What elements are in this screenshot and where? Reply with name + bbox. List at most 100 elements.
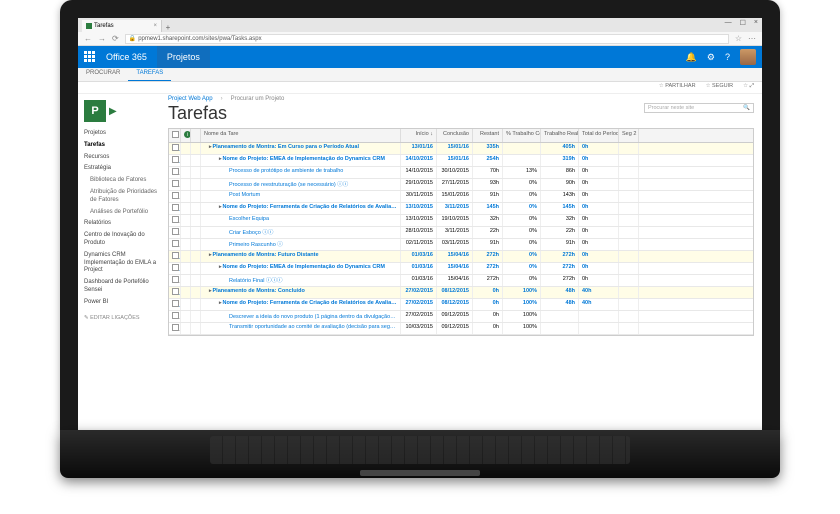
row-checkbox[interactable] (169, 155, 181, 166)
row-checkbox[interactable] (169, 299, 181, 310)
nav-item[interactable]: Projetos (84, 128, 162, 140)
maximize-icon[interactable]: ☐ (740, 19, 746, 27)
close-tab-icon[interactable]: × (153, 23, 157, 29)
star-icon[interactable]: ☆ (735, 34, 742, 43)
settings-gear-icon[interactable]: ⚙ (707, 52, 715, 63)
grid-row[interactable]: Planeamento de Montra: Futuro Distante01… (169, 251, 753, 263)
grid-row[interactable]: Relatório Final ⓘⓘⓘ01/03/1615/04/16272h0… (169, 275, 753, 287)
nav-item[interactable]: Estratégia (84, 163, 162, 175)
task-name-cell[interactable]: Relatório Final ⓘⓘⓘ (201, 275, 401, 286)
ribbon-tab-browse[interactable]: PROCURAR (78, 68, 128, 81)
row-checkbox[interactable] (169, 239, 181, 250)
task-name-cell[interactable]: Processo de reestruturação (se necessári… (201, 179, 401, 190)
row-checkbox[interactable] (169, 287, 181, 298)
site-search-input[interactable]: Procurar neste site 🔍 (644, 103, 754, 113)
help-icon[interactable]: ? (725, 52, 730, 62)
nav-item[interactable]: Análises de Portefólio (84, 207, 162, 219)
search-icon[interactable]: 🔍 (743, 105, 750, 111)
col-seg[interactable]: Seg 2 (619, 129, 639, 142)
nav-item[interactable]: Dynamics CRM Implementação do EMLA a Pro… (84, 250, 162, 277)
row-checkbox[interactable] (169, 215, 181, 226)
col-pct[interactable]: % Trabalho Co (503, 129, 541, 142)
grid-row[interactable]: Processo de protótipo de ambiente de tra… (169, 167, 753, 179)
nav-item[interactable]: Recursos (84, 152, 162, 164)
nav-item[interactable]: Dashboard de Portefólio Sensei (84, 277, 162, 297)
find-project-link[interactable]: Procurar um Projeto (231, 96, 285, 102)
col-end[interactable]: Conclusão (437, 129, 473, 142)
row-checkbox[interactable] (169, 179, 181, 190)
row-checkbox[interactable] (169, 227, 181, 238)
user-avatar[interactable] (740, 49, 756, 65)
grid-row[interactable]: Processo de reestruturação (se necessári… (169, 179, 753, 191)
minimize-icon[interactable]: — (725, 19, 732, 27)
app-launcher-icon[interactable] (84, 51, 96, 63)
task-name-cell[interactable]: Transmitir oportunidade ao comité de ava… (201, 323, 401, 334)
task-name-cell[interactable]: Criar Esboço ⓘⓘ (201, 227, 401, 238)
col-checkbox[interactable] (169, 129, 181, 142)
row-checkbox[interactable] (169, 275, 181, 286)
row-checkbox[interactable] (169, 203, 181, 214)
grid-row[interactable]: Planeamento de Montra: Concluído27/02/20… (169, 287, 753, 299)
notifications-icon[interactable]: 🔔 (686, 52, 697, 63)
url-input[interactable]: 🔒 ppmew1.sharepoint.com/sites/pwa/Tasks.… (125, 34, 729, 44)
breadcrumb-root[interactable]: Project Web App (168, 96, 213, 102)
grid-row[interactable]: Primeiro Rascunho ⓘ02/11/201503/11/20159… (169, 239, 753, 251)
task-name-cell[interactable]: Planeamento de Montra: Em Curso para o P… (201, 143, 401, 154)
grid-row[interactable]: Nome do Projeto: EMEA de Implementação d… (169, 263, 753, 275)
task-name-cell[interactable]: Planeamento de Montra: Concluído (201, 287, 401, 298)
grid-row[interactable]: Nome do Projeto: Ferramenta de Criação d… (169, 203, 753, 215)
edit-links-button[interactable]: ✎ EDITAR LIGAÇÕES (84, 315, 162, 321)
grid-row[interactable]: Descrever a ideia do novo produto (1 pág… (169, 311, 753, 323)
grid-row[interactable]: Post Mortum30/11/201515/01/201691h0%143h… (169, 191, 753, 203)
grid-row[interactable]: Criar Esboço ⓘⓘ28/10/20153/11/201522h0%2… (169, 227, 753, 239)
refresh-icon[interactable]: ⟳ (112, 34, 119, 43)
col-actual[interactable]: Trabalho Real (541, 129, 579, 142)
nav-item[interactable]: Biblioteca de Fatores (84, 175, 162, 187)
row-checkbox[interactable] (169, 311, 181, 322)
task-name-cell[interactable]: Descrever a ideia do novo produto (1 pág… (201, 311, 401, 322)
task-name-cell[interactable]: Post Mortum (201, 191, 401, 202)
nav-item[interactable]: Centro de Inovação do Produto (84, 230, 162, 250)
grid-row[interactable]: Planeamento de Montra: Em Curso para o P… (169, 143, 753, 155)
task-name-cell[interactable]: Nome do Projeto: EMEA de Implementação d… (201, 155, 401, 166)
col-start[interactable]: Início ↓ (401, 129, 437, 142)
row-checkbox[interactable] (169, 167, 181, 178)
task-name-cell[interactable]: Planeamento de Montra: Futuro Distante (201, 251, 401, 262)
brand-label[interactable]: Office 365 (106, 52, 147, 62)
ribbon-tab-tasks[interactable]: TAREFAS (128, 68, 171, 81)
row-checkbox[interactable] (169, 143, 181, 154)
nav-item[interactable]: Tarefas (84, 140, 162, 152)
expand-icon[interactable]: ⤢ (743, 83, 754, 92)
row-checkbox[interactable] (169, 191, 181, 202)
col-name[interactable]: Nome da Tare (201, 129, 401, 142)
nav-item[interactable]: Relatórios (84, 218, 162, 230)
col-remaining[interactable]: Restant (473, 129, 503, 142)
grid-row[interactable]: Escolher Equipa13/10/201519/10/201532h0%… (169, 215, 753, 227)
task-name-cell[interactable]: Nome do Projeto: Ferramenta de Criação d… (201, 203, 401, 214)
grid-row[interactable]: Transmitir oportunidade ao comité de ava… (169, 323, 753, 335)
col-info-icon[interactable]: i (181, 129, 191, 142)
col-period[interactable]: Total do Período (579, 129, 619, 142)
nav-item[interactable]: Power BI (84, 297, 162, 309)
menu-icon[interactable]: ⋯ (748, 34, 756, 43)
row-checkbox[interactable] (169, 263, 181, 274)
col-type[interactable] (191, 129, 201, 142)
app-name[interactable]: Projetos (157, 46, 210, 68)
forward-icon[interactable]: → (98, 34, 106, 43)
row-checkbox[interactable] (169, 251, 181, 262)
task-name-cell[interactable]: Nome do Projeto: Ferramenta de Criação d… (201, 299, 401, 310)
follow-button[interactable]: SEGUIR (706, 83, 734, 92)
nav-item[interactable]: Atribuição de Prioridades de Fatores (84, 187, 162, 207)
task-name-cell[interactable]: Processo de protótipo de ambiente de tra… (201, 167, 401, 178)
close-window-icon[interactable]: × (754, 19, 758, 27)
back-icon[interactable]: ← (84, 34, 92, 43)
new-tab-button[interactable]: + (162, 23, 174, 32)
grid-row[interactable]: Nome do Projeto: EMEA de Implementação d… (169, 155, 753, 167)
browser-tab[interactable]: Tarefas × (82, 20, 162, 32)
grid-row[interactable]: Nome do Projeto: Ferramenta de Criação d… (169, 299, 753, 311)
row-checkbox[interactable] (169, 323, 181, 334)
task-name-cell[interactable]: Primeiro Rascunho ⓘ (201, 239, 401, 250)
share-button[interactable]: PARTILHAR (659, 83, 696, 92)
task-name-cell[interactable]: Escolher Equipa (201, 215, 401, 226)
task-name-cell[interactable]: Nome do Projeto: EMEA de Implementação d… (201, 263, 401, 274)
